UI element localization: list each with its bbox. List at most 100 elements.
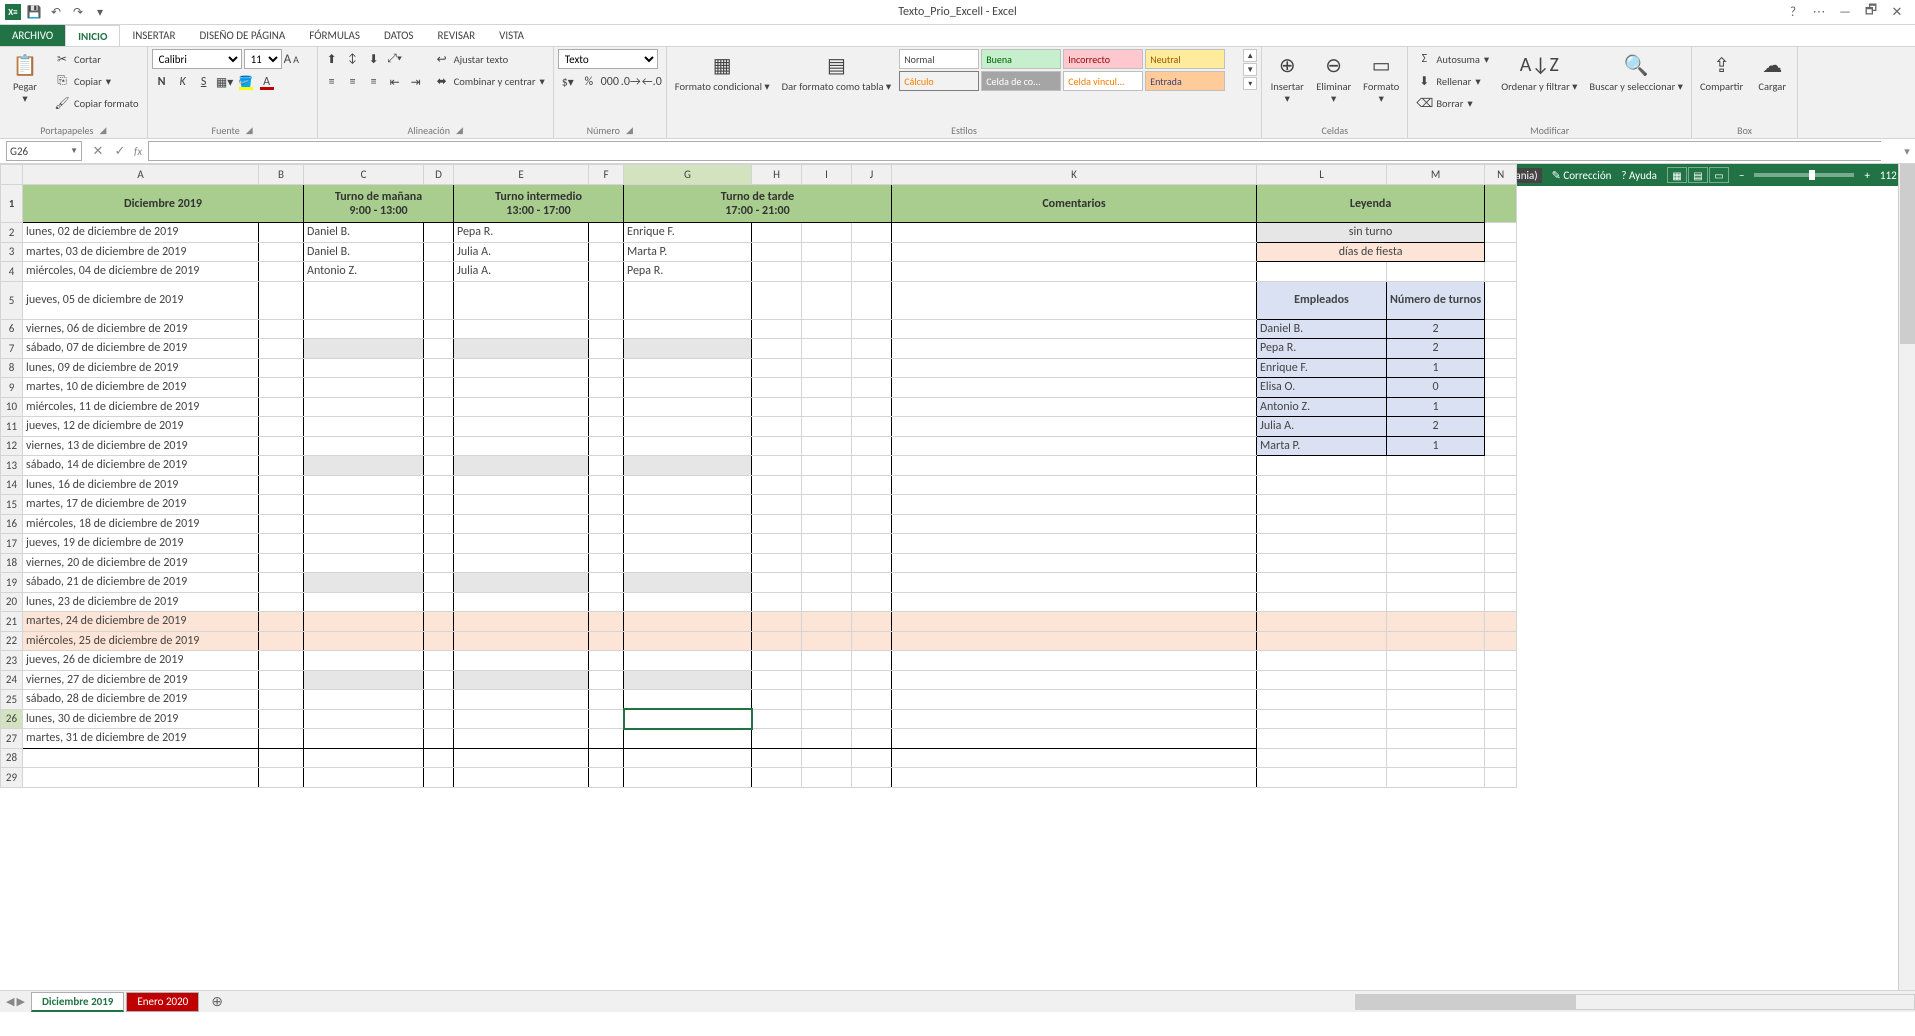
cell[interactable]: [802, 748, 852, 768]
insert-cells-button[interactable]: ⊕Insertar▾: [1266, 49, 1308, 106]
cell[interactable]: [589, 631, 624, 651]
cell[interactable]: [454, 281, 589, 319]
cell[interactable]: [1257, 573, 1387, 593]
cell[interactable]: [802, 397, 852, 417]
cell[interactable]: [752, 573, 802, 593]
tab-insert[interactable]: INSERTAR: [120, 25, 187, 46]
cell[interactable]: [892, 339, 1257, 359]
row-23[interactable]: 23: [1, 651, 23, 671]
cell[interactable]: [259, 592, 304, 612]
style-entrada[interactable]: Entrada: [1145, 71, 1225, 91]
cell[interactable]: [802, 417, 852, 437]
cell[interactable]: [752, 631, 802, 651]
cell[interactable]: [802, 768, 852, 788]
cell[interactable]: [1387, 709, 1485, 729]
row-2[interactable]: 2: [1, 223, 23, 243]
header-turno3[interactable]: Turno de tarde17:00 - 21:00: [624, 185, 892, 223]
cell[interactable]: [852, 223, 892, 243]
cell[interactable]: [1257, 262, 1387, 282]
cell[interactable]: [624, 436, 752, 456]
col-B[interactable]: B: [259, 165, 304, 185]
formula-input[interactable]: [148, 141, 1881, 161]
cell[interactable]: [752, 319, 802, 339]
cell[interactable]: Julia A.: [454, 242, 589, 262]
cell[interactable]: [304, 670, 424, 690]
style-incorrecto[interactable]: Incorrecto: [1063, 49, 1143, 69]
cell[interactable]: [802, 553, 852, 573]
grow-font-button[interactable]: A: [284, 52, 292, 67]
cell[interactable]: [624, 397, 752, 417]
cell[interactable]: 1: [1387, 436, 1485, 456]
cell[interactable]: [454, 514, 589, 534]
cell[interactable]: Daniel B.: [1257, 319, 1387, 339]
cell[interactable]: [1257, 670, 1387, 690]
cell[interactable]: [752, 242, 802, 262]
row-19[interactable]: 19: [1, 573, 23, 593]
cell[interactable]: martes, 24 de diciembre de 2019: [23, 612, 259, 632]
cell[interactable]: [624, 378, 752, 398]
cell[interactable]: [752, 553, 802, 573]
name-box[interactable]: G26▼: [6, 141, 82, 161]
cell[interactable]: [852, 339, 892, 359]
cell[interactable]: [1485, 456, 1517, 476]
col-M[interactable]: M: [1387, 165, 1485, 185]
cell[interactable]: [304, 592, 424, 612]
cell[interactable]: [852, 670, 892, 690]
cell[interactable]: [1485, 358, 1517, 378]
cell[interactable]: Enrique F.: [1257, 358, 1387, 378]
cell[interactable]: [624, 475, 752, 495]
fill-color-button[interactable]: 🪣: [236, 72, 256, 92]
cancel-formula-button[interactable]: ✕: [88, 144, 108, 159]
style-neutral[interactable]: Neutral: [1145, 49, 1225, 69]
cell[interactable]: [424, 534, 454, 554]
cell[interactable]: martes, 17 de diciembre de 2019: [23, 495, 259, 515]
row-10[interactable]: 10: [1, 397, 23, 417]
cell[interactable]: sábado, 07 de diciembre de 2019: [23, 339, 259, 359]
cell[interactable]: [1387, 768, 1485, 788]
cell[interactable]: [424, 514, 454, 534]
row-13[interactable]: 13: [1, 456, 23, 476]
cell[interactable]: [454, 748, 589, 768]
cell[interactable]: Pepa R.: [624, 262, 752, 282]
cell[interactable]: [454, 592, 589, 612]
cell[interactable]: [259, 223, 304, 243]
format-painter-button[interactable]: 🖌Copiar formato: [50, 93, 143, 113]
cell[interactable]: [1485, 417, 1517, 437]
cell[interactable]: [892, 514, 1257, 534]
redo-button[interactable]: ↷: [69, 3, 87, 21]
cell[interactable]: [1387, 670, 1485, 690]
cell[interactable]: martes, 10 de diciembre de 2019: [23, 378, 259, 398]
cell[interactable]: [304, 339, 424, 359]
cell[interactable]: [1485, 242, 1517, 262]
conditional-format-button[interactable]: ▦Formato condicional ▾: [671, 49, 774, 95]
cell[interactable]: [424, 651, 454, 671]
close-button[interactable]: ✕: [1885, 2, 1909, 22]
style-celda-vincul[interactable]: Celda vincul...: [1063, 71, 1143, 91]
cell[interactable]: [454, 339, 589, 359]
row-25[interactable]: 25: [1, 690, 23, 710]
cell[interactable]: [624, 319, 752, 339]
cell[interactable]: [424, 358, 454, 378]
cell[interactable]: [802, 262, 852, 282]
cell[interactable]: [424, 456, 454, 476]
enter-formula-button[interactable]: ✓: [110, 144, 130, 159]
number-dialog-icon[interactable]: ◢: [626, 125, 633, 136]
cell[interactable]: [852, 612, 892, 632]
cell[interactable]: 1: [1387, 358, 1485, 378]
row-22[interactable]: 22: [1, 631, 23, 651]
cell[interactable]: [1257, 592, 1387, 612]
cell[interactable]: viernes, 13 de diciembre de 2019: [23, 436, 259, 456]
cell[interactable]: [852, 358, 892, 378]
cell[interactable]: [259, 690, 304, 710]
cell[interactable]: [424, 553, 454, 573]
row-20[interactable]: 20: [1, 592, 23, 612]
cell[interactable]: 1: [1387, 397, 1485, 417]
col-E[interactable]: E: [454, 165, 589, 185]
cell[interactable]: Número de turnos: [1387, 281, 1485, 319]
cell[interactable]: [454, 319, 589, 339]
cell[interactable]: [589, 456, 624, 476]
cell[interactable]: [589, 281, 624, 319]
cell[interactable]: [802, 281, 852, 319]
cell-styles-gallery[interactable]: Normal Buena Incorrecto Neutral Cálculo …: [899, 49, 1239, 91]
cell[interactable]: [1485, 223, 1517, 243]
